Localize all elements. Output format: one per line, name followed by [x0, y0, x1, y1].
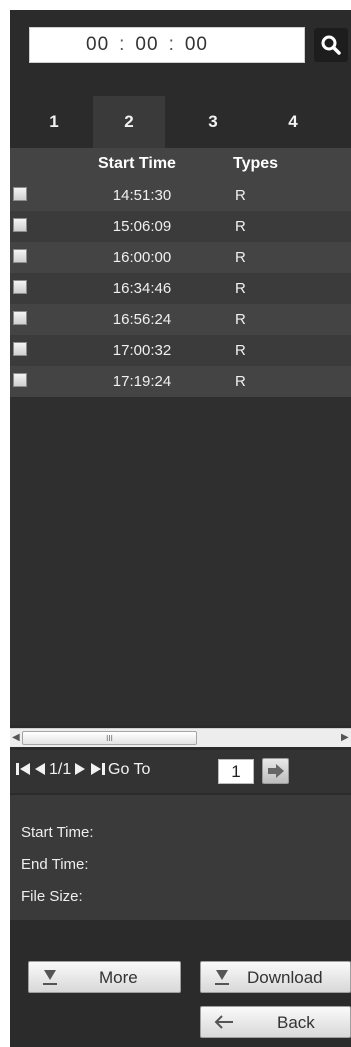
download-icon: [215, 970, 229, 985]
row-type: R: [235, 249, 246, 266]
more-button[interactable]: More: [28, 961, 181, 993]
tab-2[interactable]: 2: [93, 96, 165, 148]
prev-page-icon[interactable]: [34, 762, 46, 781]
row-start-time: 16:34:46: [112, 280, 172, 297]
goto-label: Go To: [108, 761, 151, 778]
list-item[interactable]: 15:06:09 R: [10, 211, 351, 242]
row-checkbox[interactable]: [13, 187, 27, 201]
download-label: Download: [247, 968, 323, 987]
scrollbar-thumb[interactable]: III: [22, 731, 197, 745]
row-checkbox[interactable]: [13, 280, 27, 294]
horizontal-scrollbar[interactable]: ◀ III ▶: [10, 728, 351, 747]
search-icon: [321, 35, 341, 55]
list-item[interactable]: 16:34:46 R: [10, 273, 351, 304]
row-checkbox[interactable]: [13, 373, 27, 387]
time-separator: :: [168, 34, 175, 55]
row-type: R: [235, 218, 246, 235]
list-item[interactable]: 16:56:24 R: [10, 304, 351, 335]
tab-4[interactable]: 4: [257, 96, 329, 148]
row-checkbox[interactable]: [13, 311, 27, 325]
channel-tabs: 1 2 3 4: [10, 96, 351, 148]
end-time-label: End Time:: [21, 856, 89, 873]
last-page-icon: [91, 763, 105, 775]
time-input[interactable]: 00 : 00 : 00: [29, 27, 305, 63]
file-info: Start Time: End Time: File Size:: [10, 795, 351, 920]
start-time-label: Start Time:: [21, 824, 94, 841]
types-header: Types: [233, 155, 279, 172]
row-start-time: 17:19:24: [112, 373, 172, 390]
row-type: R: [235, 342, 246, 359]
list-item[interactable]: 17:00:32 R: [10, 335, 351, 366]
scroll-left-icon[interactable]: ◀: [12, 732, 20, 743]
grip-icon: III: [106, 733, 113, 743]
row-checkbox[interactable]: [13, 249, 27, 263]
record-list: 14:51:30 R 15:06:09 R 16:00:00 R 16:34:4…: [10, 180, 351, 725]
row-start-time: 16:56:24: [112, 311, 172, 328]
row-type: R: [235, 187, 246, 204]
search-button[interactable]: [314, 28, 348, 62]
list-item[interactable]: 14:51:30 R: [10, 180, 351, 211]
row-start-time: 16:00:00: [112, 249, 172, 266]
download-button[interactable]: Download: [200, 961, 351, 993]
back-label: Back: [277, 1013, 315, 1032]
row-type: R: [235, 311, 246, 328]
time-separator: :: [119, 34, 126, 55]
page-number-input[interactable]: 1: [218, 759, 254, 784]
first-page-icon[interactable]: [16, 762, 31, 781]
row-start-time: 14:51:30: [112, 187, 172, 204]
go-button[interactable]: [262, 758, 289, 784]
tab-1[interactable]: 1: [18, 96, 90, 148]
hour-field[interactable]: 00: [86, 34, 109, 56]
first-page-icon: [16, 763, 30, 775]
tab-3[interactable]: 3: [177, 96, 249, 148]
prev-page-icon: [35, 763, 45, 775]
list-header: Start Time Types: [10, 148, 351, 180]
row-type: R: [235, 373, 246, 390]
row-start-time: 17:00:32: [112, 342, 172, 359]
page-indicator: 1/1: [49, 761, 72, 778]
more-label: More: [99, 968, 138, 987]
back-arrow-icon: [214, 1015, 233, 1029]
row-start-time: 15:06:09: [112, 218, 172, 235]
back-button[interactable]: Back: [200, 1006, 351, 1038]
list-item[interactable]: 17:19:24 R: [10, 366, 351, 397]
minute-field[interactable]: 00: [135, 34, 158, 56]
list-item[interactable]: 16:00:00 R: [10, 242, 351, 273]
file-size-label: File Size:: [21, 888, 83, 905]
row-checkbox[interactable]: [13, 342, 27, 356]
next-page-icon[interactable]: [74, 762, 86, 781]
row-type: R: [235, 280, 246, 297]
scroll-right-icon[interactable]: ▶: [341, 732, 349, 743]
chevron-down-icon: [43, 970, 57, 985]
row-checkbox[interactable]: [13, 218, 27, 232]
start-time-header: Start Time: [98, 155, 176, 172]
second-field[interactable]: 00: [185, 34, 208, 56]
last-page-icon[interactable]: [90, 762, 105, 781]
arrow-right-icon: [267, 764, 284, 778]
pagination: 1/1 Go To 1: [10, 750, 351, 793]
playback-panel: 00 : 00 : 00 1 2 3 4 Start Time Types 14…: [10, 10, 351, 1047]
next-page-icon: [75, 763, 85, 775]
